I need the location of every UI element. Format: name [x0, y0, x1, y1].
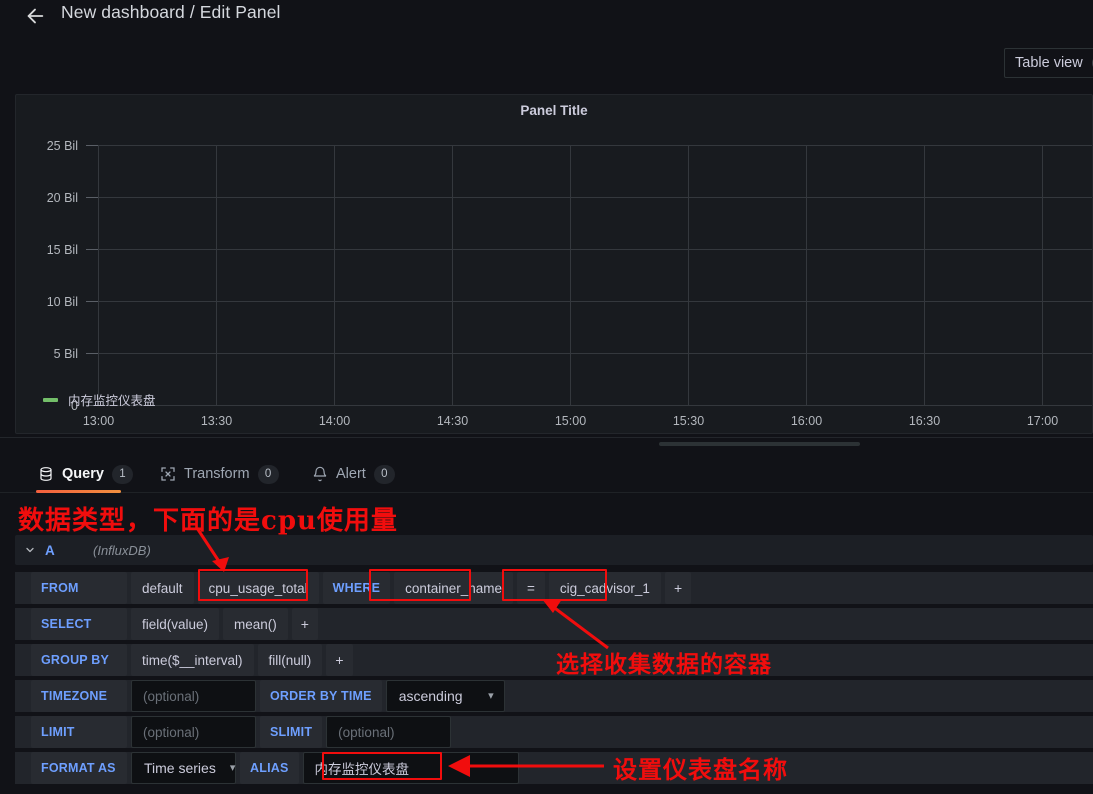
- y-axis-tick-label: 20 Bil: [47, 191, 78, 205]
- panel-splitter[interactable]: [0, 437, 1093, 451]
- breadcrumb[interactable]: New dashboard / Edit Panel: [61, 2, 281, 23]
- chevron-down-icon[interactable]: [15, 544, 45, 556]
- select-row-filler: [322, 608, 1093, 640]
- tab-query-label: Query: [62, 466, 104, 482]
- order-by-time-label: ORDER BY TIME: [260, 680, 382, 712]
- query-row-limit: LIMIT (optional) SLIMIT (optional): [15, 716, 1093, 748]
- x-axis-tick-label: 15:00: [555, 414, 586, 428]
- database-icon: [38, 466, 54, 482]
- limit-input[interactable]: (optional): [131, 716, 256, 748]
- tab-alert-label: Alert: [336, 466, 366, 482]
- timezone-input[interactable]: (optional): [131, 680, 256, 712]
- where-tag-value-select[interactable]: cig_cadvisor_1: [548, 572, 661, 604]
- query-ref-id: A: [45, 542, 55, 558]
- tab-transform-label: Transform: [184, 466, 250, 482]
- tab-transform-count: 0: [257, 464, 279, 484]
- chart-legend[interactable]: 内存监控仪表盘: [43, 390, 156, 409]
- group-by-fill-part[interactable]: fill(null): [257, 644, 323, 676]
- time-series-chart[interactable]: 05 Bil 10 Bil 15 Bil 20 Bil 25 Bil 13:00 13:3…: [16, 135, 1092, 435]
- top-bar: New dashboard / Edit Panel Table view: [0, 0, 1093, 86]
- table-view-label: Table view: [1015, 55, 1083, 71]
- splitter-divider: [0, 437, 1093, 438]
- limit-label: LIMIT: [31, 716, 127, 748]
- panel-title: Panel Title: [520, 103, 588, 118]
- group-by-time-part[interactable]: time($__interval): [131, 644, 254, 676]
- tab-query[interactable]: Query 1: [36, 455, 135, 493]
- format-as-value: Time series: [144, 760, 216, 776]
- slimit-input[interactable]: (optional): [326, 716, 452, 748]
- x-axis-tick-label: 13:30: [201, 414, 232, 428]
- query-row-from: FROM default cpu_usage_total WHERE conta…: [15, 572, 1093, 604]
- where-add-button[interactable]: +: [664, 572, 692, 604]
- y-axis-tick-label: 25 Bil: [47, 139, 78, 153]
- where-label: WHERE: [322, 572, 391, 604]
- limit-row-filler: [455, 716, 1093, 748]
- y-axis-tick-label: 5 Bil: [54, 347, 78, 361]
- group-by-add-button[interactable]: +: [326, 644, 353, 676]
- visualization-panel: Panel Title 0 5 Bil 10 Bil 15 Bil 20 Bil…: [15, 94, 1093, 434]
- format-as-select[interactable]: Time series ▾: [131, 752, 236, 784]
- from-policy-select[interactable]: default: [131, 572, 194, 604]
- back-button[interactable]: [20, 3, 50, 29]
- where-tag-key-select[interactable]: container_name: [394, 572, 513, 604]
- query-row-group-by: GROUP BY time($__interval) fill(null) +: [15, 644, 1093, 676]
- from-row-filler: [695, 572, 1093, 604]
- select-label: SELECT: [31, 608, 127, 640]
- query-row-header[interactable]: A (InfluxDB): [15, 535, 1093, 565]
- x-axis-tick-label: 14:30: [437, 414, 468, 428]
- order-by-time-value: ascending: [398, 688, 463, 704]
- select-add-button[interactable]: +: [291, 608, 318, 640]
- tab-transform[interactable]: Transform 0: [158, 455, 281, 493]
- format-as-row-filler: [523, 752, 1093, 784]
- legend-item-label[interactable]: 内存监控仪表盘: [68, 390, 156, 409]
- tab-alert[interactable]: Alert 0: [310, 455, 397, 493]
- chart-svg: 05 Bil10 Bil15 Bil20 Bil25 Bil 13:00 13:3…: [47, 139, 1092, 428]
- x-axis-tick-label: 14:00: [319, 414, 350, 428]
- y-axis-tick-label: 15 Bil: [47, 243, 78, 257]
- query-row-select: SELECT field(value) mean() +: [15, 608, 1093, 640]
- slimit-label: SLIMIT: [260, 716, 323, 748]
- timezone-label: TIMEZONE: [31, 680, 127, 712]
- order-by-time-select[interactable]: ascending ▾: [385, 680, 505, 712]
- arrow-left-icon: [24, 5, 46, 27]
- x-axis-tick-label: 15:30: [673, 414, 704, 428]
- alias-input[interactable]: 内存监控仪表盘: [302, 752, 519, 784]
- transform-icon: [160, 466, 176, 482]
- chevron-down-icon: ▾: [488, 689, 494, 702]
- format-as-label: FORMAT AS: [31, 752, 127, 784]
- tab-query-count: 1: [111, 464, 133, 484]
- query-editor: A (InfluxDB) FROM default cpu_usage_tota…: [0, 494, 1093, 794]
- legend-color-swatch: [43, 397, 58, 402]
- from-measurement-select[interactable]: cpu_usage_total: [197, 572, 319, 604]
- select-aggregate-part[interactable]: mean(): [223, 608, 288, 640]
- query-row-format-as: FORMAT AS Time series ▾ ALIAS 内存监控仪表盘: [15, 752, 1093, 784]
- editor-tab-bar: Query 1 Transform 0 Alert 0: [0, 455, 1093, 493]
- x-axis-tick-label: 16:30: [909, 414, 940, 428]
- splitter-drag-handle[interactable]: [659, 442, 860, 446]
- active-tab-indicator: [36, 490, 121, 493]
- table-view-toggle[interactable]: Table view: [1004, 48, 1093, 78]
- query-datasource-label: (InfluxDB): [93, 542, 151, 558]
- x-axis-tick-label: 13:00: [83, 414, 114, 428]
- chevron-down-icon: ▾: [229, 761, 236, 774]
- from-label: FROM: [31, 572, 127, 604]
- group-by-label: GROUP BY: [31, 644, 127, 676]
- select-field-part[interactable]: field(value): [131, 608, 220, 640]
- y-axis-tick-label: 10 Bil: [47, 295, 78, 309]
- query-row-timezone: TIMEZONE (optional) ORDER BY TIME ascend…: [15, 680, 1093, 712]
- bell-icon: [312, 466, 328, 482]
- group-by-row-filler: [357, 644, 1093, 676]
- where-operator-select[interactable]: =: [517, 572, 545, 604]
- x-axis-tick-label: 17:00: [1027, 414, 1058, 428]
- x-axis-tick-label: 16:00: [791, 414, 822, 428]
- alias-label: ALIAS: [240, 752, 299, 784]
- tab-alert-count: 0: [373, 464, 395, 484]
- timezone-row-filler: [509, 680, 1093, 712]
